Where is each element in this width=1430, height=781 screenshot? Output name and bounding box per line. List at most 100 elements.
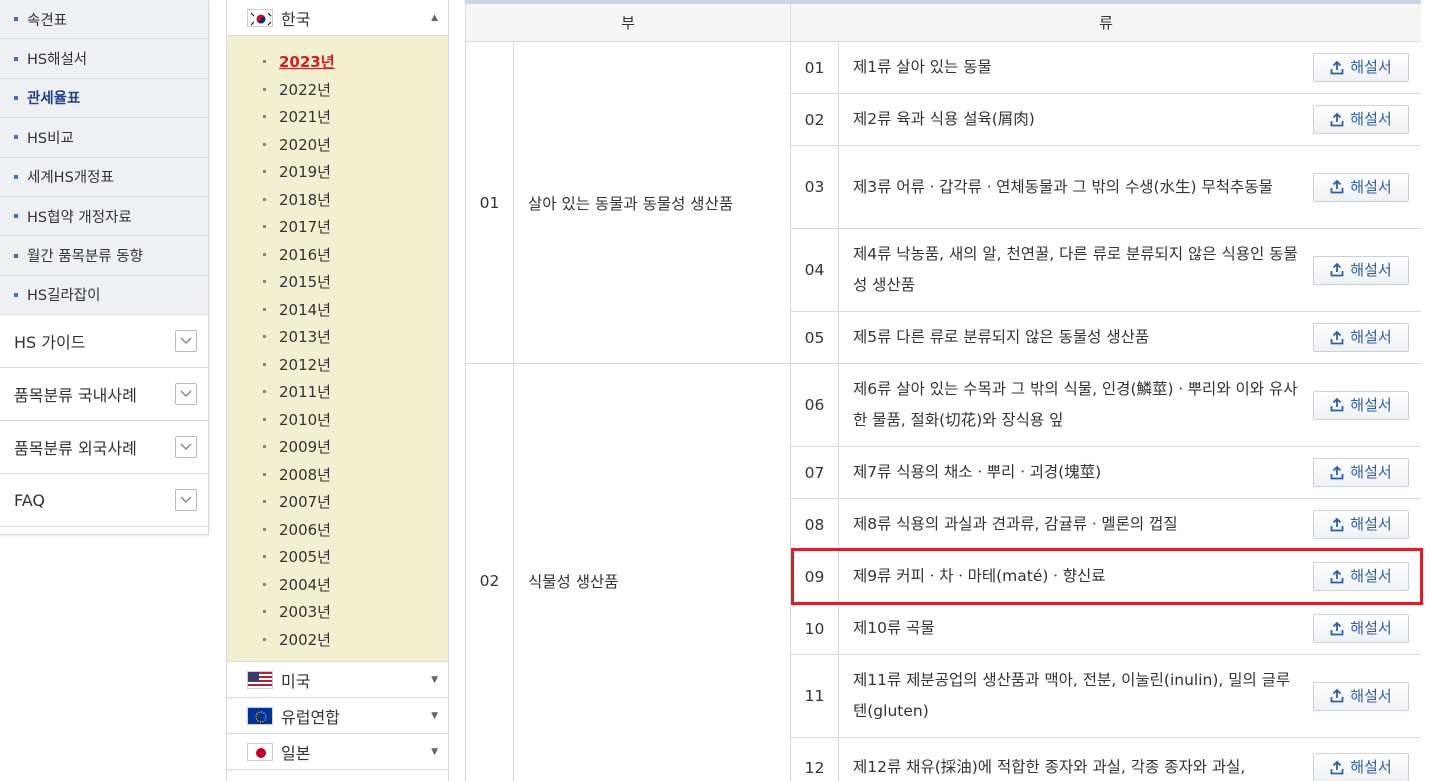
year-item[interactable]: 2013년 [263, 323, 448, 351]
explanatory-button[interactable]: 해설서 [1313, 458, 1409, 487]
year-item[interactable]: 2005년 [263, 543, 448, 571]
explanatory-button[interactable]: 해설서 [1313, 681, 1409, 711]
upload-icon [1330, 689, 1350, 703]
explanatory-button[interactable]: 해설서 [1313, 390, 1409, 420]
chapter-number: 12 [790, 737, 839, 781]
sidebar-item-monthly-trends[interactable]: 월간 품목분류 동향 [0, 236, 208, 276]
explanatory-button-label: 해설서 [1350, 686, 1392, 705]
explanatory-button[interactable]: 해설서 [1313, 105, 1409, 134]
bullet-icon [14, 174, 18, 179]
chapter-name[interactable]: 제3류 어류ㆍ갑각류ㆍ연체동물과 그 밖의 수생(水生) 무척추동물 [853, 172, 1285, 203]
year-item[interactable]: 2019년 [263, 158, 448, 186]
menu-faq[interactable]: FAQ [0, 474, 208, 528]
year-item[interactable]: 2016년 [263, 241, 448, 269]
chapter-number: 05 [790, 311, 839, 364]
sidebar-item-hs-compare[interactable]: HS비교 [0, 118, 208, 158]
chapter-number: 07 [790, 446, 839, 499]
chapter-name[interactable]: 제9류 커피ㆍ차ㆍ마테(maté)ㆍ향신료 [853, 561, 1117, 592]
country-eu[interactable]: 유럽연합 ▼ [227, 698, 448, 734]
year-item[interactable]: 2014년 [263, 296, 448, 324]
year-item[interactable]: 2008년 [263, 461, 448, 489]
chevron-down-icon[interactable] [175, 489, 197, 512]
sidebar-item-hs-explanatory[interactable]: HS해설서 [0, 39, 208, 79]
chapter-name[interactable]: 제8류 식용의 과실과 견과류, 감귤류ㆍ멜론의 껍질 [853, 509, 1190, 540]
explanatory-button-label: 해설서 [1350, 328, 1392, 346]
menu-foreign-cases[interactable]: 품목분류 외국사례 [0, 421, 208, 475]
eu-flag-icon [247, 706, 273, 725]
year-item[interactable]: 2009년 [263, 433, 448, 461]
explanatory-button[interactable]: 해설서 [1313, 255, 1409, 285]
explanatory-button[interactable]: 해설서 [1313, 53, 1409, 82]
year-panel: 한국 ▲ 2023년 2022년 2021년 2020년 2019년 2018년 2017년… [226, 0, 449, 781]
country-korea[interactable]: 한국 ▲ [227, 0, 448, 36]
year-item[interactable]: 2018년 [263, 186, 448, 214]
bullet-icon [263, 307, 266, 311]
chapter-number: 06 [790, 363, 839, 447]
chapter-inner: 제6류 살아 있는 수목과 그 밖의 식물, 인경(鱗莖)ㆍ뿌리와 이와 유사한… [853, 374, 1409, 436]
chevron-down-icon[interactable] [175, 383, 197, 406]
year-item[interactable]: 2004년 [263, 571, 448, 599]
explanatory-button[interactable]: 해설서 [1313, 323, 1409, 352]
chapter-cell: 제3류 어류ㆍ갑각류ㆍ연체동물과 그 밖의 수생(水生) 무척추동물 해설서 [838, 145, 1421, 229]
bullet-icon [263, 335, 266, 339]
chapter-name[interactable]: 제12류 채유(採油)에 적합한 종자와 과실, 각종 종자와 과실, [853, 752, 1257, 781]
year-item[interactable]: 2006년 [263, 516, 448, 544]
year-item[interactable]: 2010년 [263, 406, 448, 434]
year-item[interactable]: 2015년 [263, 268, 448, 296]
menu-hs-guide[interactable]: HS 가이드 [0, 315, 208, 369]
japan-flag-icon [247, 742, 273, 761]
chapter-number: 01 [790, 41, 839, 94]
year-item[interactable]: 2003년 [263, 598, 448, 626]
bullet-icon [14, 95, 18, 100]
explanatory-button[interactable]: 해설서 [1313, 510, 1409, 539]
country-japan[interactable]: 일본 ▼ [227, 734, 448, 770]
year-item[interactable]: 2017년 [263, 213, 448, 241]
chapter-name[interactable]: 제7류 식용의 채소ㆍ뿌리ㆍ괴경(塊莖) [853, 457, 1113, 488]
menu-domestic-cases[interactable]: 품목분류 국내사례 [0, 368, 208, 422]
chevron-down-icon[interactable] [175, 330, 197, 353]
year-item[interactable]: 2007년 [263, 488, 448, 516]
sidebar-item-tariff-schedule[interactable]: 관세율표 [0, 79, 208, 119]
chapter-name[interactable]: 제11류 제분공업의 생산품과 맥아, 전분, 이눌린(inulin), 밀의 … [853, 665, 1313, 727]
chevron-down-icon[interactable] [175, 436, 197, 459]
chapter-name[interactable]: 제10류 곡물 [853, 613, 947, 644]
bullet-icon [263, 610, 266, 614]
explanatory-button[interactable]: 해설서 [1313, 753, 1409, 781]
bullet-icon [14, 253, 18, 258]
tariff-table-container: 부 류 01 살아 있는 동물과 동물성 생산품 01 제1류 살아 있는 동물 해… [465, 0, 1421, 781]
chapter-inner: 제10류 곡물 해설서 [853, 613, 1409, 644]
explanatory-button[interactable]: 해설서 [1313, 562, 1409, 591]
bullet-icon [263, 637, 266, 641]
year-item[interactable]: 2021년 [263, 103, 448, 131]
sidebar-item-world-hs-revision[interactable]: 세계HS개정표 [0, 158, 208, 197]
chapter-cell: 제2류 육과 식용 설육(屑肉) 해설서 [838, 93, 1421, 146]
sidebar-item-hs-guide-road[interactable]: HS길라잡이 [0, 276, 208, 316]
explanatory-button[interactable]: 해설서 [1313, 172, 1409, 202]
sidebar-item-hs-convention[interactable]: HS협약 개정자료 [0, 197, 208, 237]
chapter-name[interactable]: 제5류 다른 류로 분류되지 않은 동물성 생산품 [853, 322, 1161, 353]
chapter-name[interactable]: 제1류 살아 있는 동물 [853, 52, 1004, 83]
chapter-number: 03 [790, 145, 839, 229]
chapter-cell: 제11류 제분공업의 생산품과 맥아, 전분, 이눌린(inulin), 밀의 … [838, 654, 1421, 738]
upload-icon [1330, 517, 1350, 532]
year-item[interactable]: 2002년 [263, 626, 448, 654]
upload-icon [1330, 180, 1350, 194]
chapter-inner: 제8류 식용의 과실과 견과류, 감귤류ㆍ멜론의 껍질 해설서 [853, 509, 1409, 540]
bullet-icon [14, 214, 18, 219]
tariff-table: 부 류 01 살아 있는 동물과 동물성 생산품 01 제1류 살아 있는 동물 해… [465, 3, 1421, 781]
bullet-icon [263, 170, 266, 174]
year-item[interactable]: 2012년 [263, 351, 448, 379]
upload-icon [1330, 569, 1350, 584]
year-item[interactable]: 2020년 [263, 131, 448, 159]
country-usa[interactable]: 미국 ▼ [227, 662, 448, 698]
usa-flag-icon [247, 670, 273, 689]
chapter-inner: 제7류 식용의 채소ㆍ뿌리ㆍ괴경(塊莖) 해설서 [853, 457, 1409, 488]
chapter-name[interactable]: 제4류 낙농품, 새의 알, 천연꿀, 다른 류로 분류되지 않은 식용인 동물… [853, 239, 1313, 301]
chapter-name[interactable]: 제6류 살아 있는 수목과 그 밖의 식물, 인경(鱗莖)ㆍ뿌리와 이와 유사한… [853, 374, 1313, 436]
sidebar-item-sokgyeonpyo[interactable]: 속견표 [0, 0, 208, 40]
chapter-name[interactable]: 제2류 육과 식용 설육(屑肉) [853, 104, 1047, 135]
year-item[interactable]: 2011년 [263, 378, 448, 406]
explanatory-button[interactable]: 해설서 [1313, 614, 1409, 643]
year-item[interactable]: 2022년 [263, 76, 448, 104]
year-item[interactable]: 2023년 [263, 48, 448, 76]
